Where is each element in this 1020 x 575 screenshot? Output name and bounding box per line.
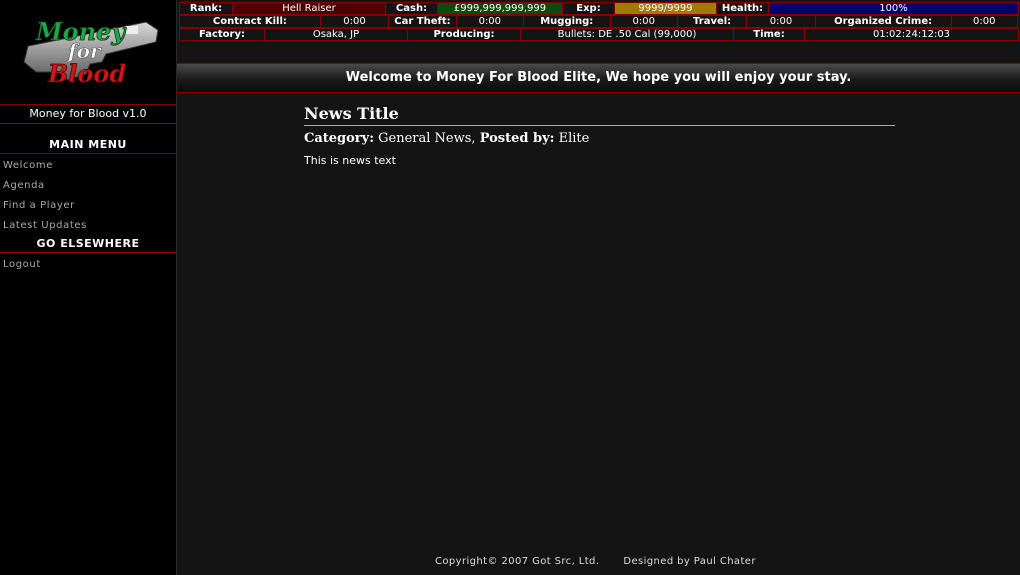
rank-value: Hell Raiser (232, 2, 386, 15)
factory-label: Factory: (179, 28, 265, 41)
menu-item-agenda[interactable]: Agenda (3, 180, 45, 191)
news-meta: Category: General News, Posted by: Elite (304, 131, 895, 146)
menu-item-logout[interactable]: Logout (3, 259, 41, 270)
travel-value: 0:00 (746, 15, 816, 28)
cash-value: £999,999,999,999 (437, 2, 563, 15)
stats-row-factory: Factory: Osaka, JP Producing: Bullets: D… (179, 28, 1019, 41)
mugging-value: 0:00 (609, 15, 678, 28)
welcome-banner: Welcome to Money For Blood Elite, We hop… (177, 63, 1020, 93)
organized-crime-value: 0:00 (950, 15, 1019, 28)
posted-by-label: Posted by: (479, 131, 555, 146)
exp-value: 9999/9999 (614, 2, 717, 15)
copyright-text: Copyright© 2007 Got Src, Ltd. (435, 556, 600, 567)
contract-kill-label: Contract Kill: (179, 15, 321, 28)
menu-item-find-player[interactable]: Find a Player (3, 200, 75, 211)
rank-label: Rank: (179, 2, 233, 15)
menu-item-welcome[interactable]: Welcome (3, 160, 53, 171)
stats-row-timers: Contract Kill: 0:00 Car Theft: 0:00 Mugg… (179, 15, 1019, 28)
producing-value: Bullets: DE .50 Cal (99,000) (520, 28, 734, 41)
menu-item-latest-updates[interactable]: Latest Updates (3, 220, 87, 231)
contract-kill-value: 0:00 (319, 15, 390, 28)
stats-row-primary: Rank: Hell Raiser Cash: £999,999,999,999… (179, 2, 1019, 15)
logo-word-blood: Blood (47, 59, 126, 88)
car-theft-value: 0:00 (455, 15, 525, 28)
car-theft-label: Car Theft: (388, 15, 457, 28)
pistol-logo-icon: Money for Blood (23, 17, 159, 88)
main-menu-heading: MAIN MENU (0, 137, 176, 154)
organized-crime-label: Organized Crime: (814, 15, 952, 28)
footer: Copyright© 2007 Got Src, Ltd. Designed by… (435, 556, 756, 567)
travel-label: Travel: (676, 15, 748, 28)
news-author: Elite (558, 131, 590, 146)
factory-value: Osaka, JP (264, 28, 408, 41)
news-body: This is news text (304, 154, 396, 167)
mugging-label: Mugging: (523, 15, 611, 28)
exp-label: Exp: (562, 2, 615, 15)
sidebar: Money for Blood Money for Blood v1.0 MAI… (0, 0, 177, 575)
news-title: News Title (304, 104, 895, 126)
time-label: Time: (733, 28, 805, 41)
version-label: Money for Blood v1.0 (0, 104, 176, 124)
news-post: News Title Category: General News, Poste… (304, 104, 895, 167)
producing-label: Producing: (407, 28, 521, 41)
cash-label: Cash: (385, 2, 438, 15)
time-value: 01:02:24:12:03 (804, 28, 1019, 41)
stats-panel: Rank: Hell Raiser Cash: £999,999,999,999… (179, 2, 1019, 41)
designer-credit: Designed by Paul Chater (623, 556, 756, 567)
health-value: 100% (768, 2, 1019, 15)
category-label: Category: (304, 131, 375, 146)
main-content: Rank: Hell Raiser Cash: £999,999,999,999… (177, 0, 1020, 575)
site-logo: Money for Blood (6, 10, 166, 90)
health-label: Health: (716, 2, 769, 15)
news-category: General News, (378, 131, 476, 146)
go-elsewhere-heading: GO ELSEWHERE (0, 236, 176, 253)
